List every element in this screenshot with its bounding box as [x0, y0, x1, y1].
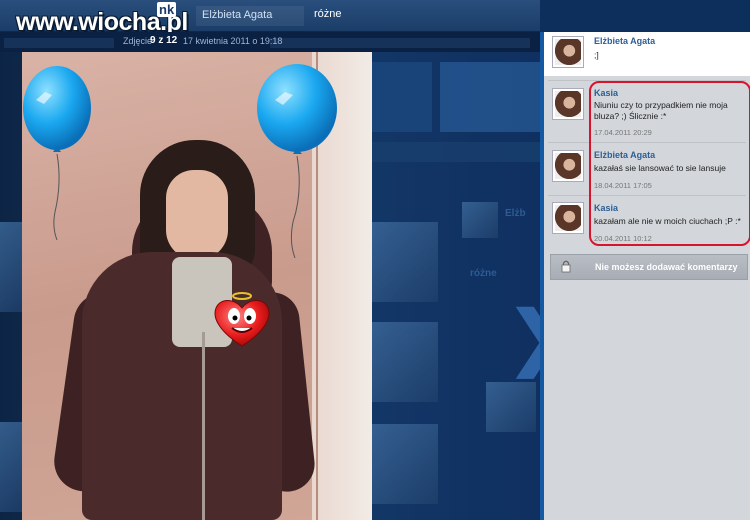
- blurred-left-thumbnail: [0, 222, 22, 312]
- blurred-panel: [372, 62, 432, 132]
- photo-zipper: [202, 332, 205, 520]
- photo-face: [166, 170, 228, 260]
- photo-label: Zdjęcie: [123, 36, 153, 46]
- blurred-toolbar: [270, 38, 530, 48]
- photo-counter: 9 z 12: [150, 35, 178, 46]
- blurred-breadcrumb: [4, 38, 114, 48]
- comment-item: Elżbieta Agata ;]: [544, 32, 750, 76]
- blurred-thumbnail: [372, 322, 438, 402]
- blurred-thumbnail: [372, 424, 438, 504]
- blurred-thumbnail: [486, 382, 536, 432]
- blurred-header: [440, 62, 540, 132]
- photo-meta-bar: Zdjęcie 9 z 12 17 kwietnia 2011 o 19:18: [0, 32, 540, 52]
- comment-text: ;]: [594, 50, 599, 60]
- blurred-album-title: różne: [470, 268, 497, 279]
- avatar[interactable]: [552, 36, 584, 68]
- blurred-avatar: [462, 202, 498, 238]
- no-comment-button[interactable]: Nie możesz dodawać komentarzy: [550, 254, 748, 280]
- blurred-left-thumbnail: [0, 422, 22, 512]
- blurred-profile-name: Elżb: [505, 208, 526, 219]
- comment-author[interactable]: Elżbieta Agata: [594, 36, 655, 46]
- avatar[interactable]: [552, 150, 584, 182]
- nav-user-link[interactable]: Elżbieta Agata: [196, 6, 304, 26]
- nk-logo-badge: nk: [157, 2, 177, 17]
- comments-panel: Elżbieta Agata ;] Kasia Niuniu czy to pr…: [540, 32, 750, 520]
- avatar[interactable]: [552, 202, 584, 234]
- main-photo[interactable]: [22, 52, 372, 520]
- photo-date: 17 kwietnia 2011 o 19:18: [183, 36, 283, 46]
- highlight-annotation: [589, 81, 750, 246]
- nav-section-link[interactable]: różne: [314, 8, 342, 20]
- balloon-icon: [23, 66, 91, 241]
- heart-emoticon-icon: [214, 292, 270, 347]
- balloon-icon: [257, 64, 337, 259]
- blurred-strip: [372, 142, 540, 162]
- avatar[interactable]: [552, 88, 584, 120]
- lock-icon: [561, 260, 571, 273]
- no-comment-label: Nie możesz dodawać komentarzy: [595, 262, 738, 272]
- top-navigation-bar: www.wiocha.pl nk Elżbieta Agata różne: [0, 0, 540, 36]
- blurred-thumbnail: [372, 222, 438, 302]
